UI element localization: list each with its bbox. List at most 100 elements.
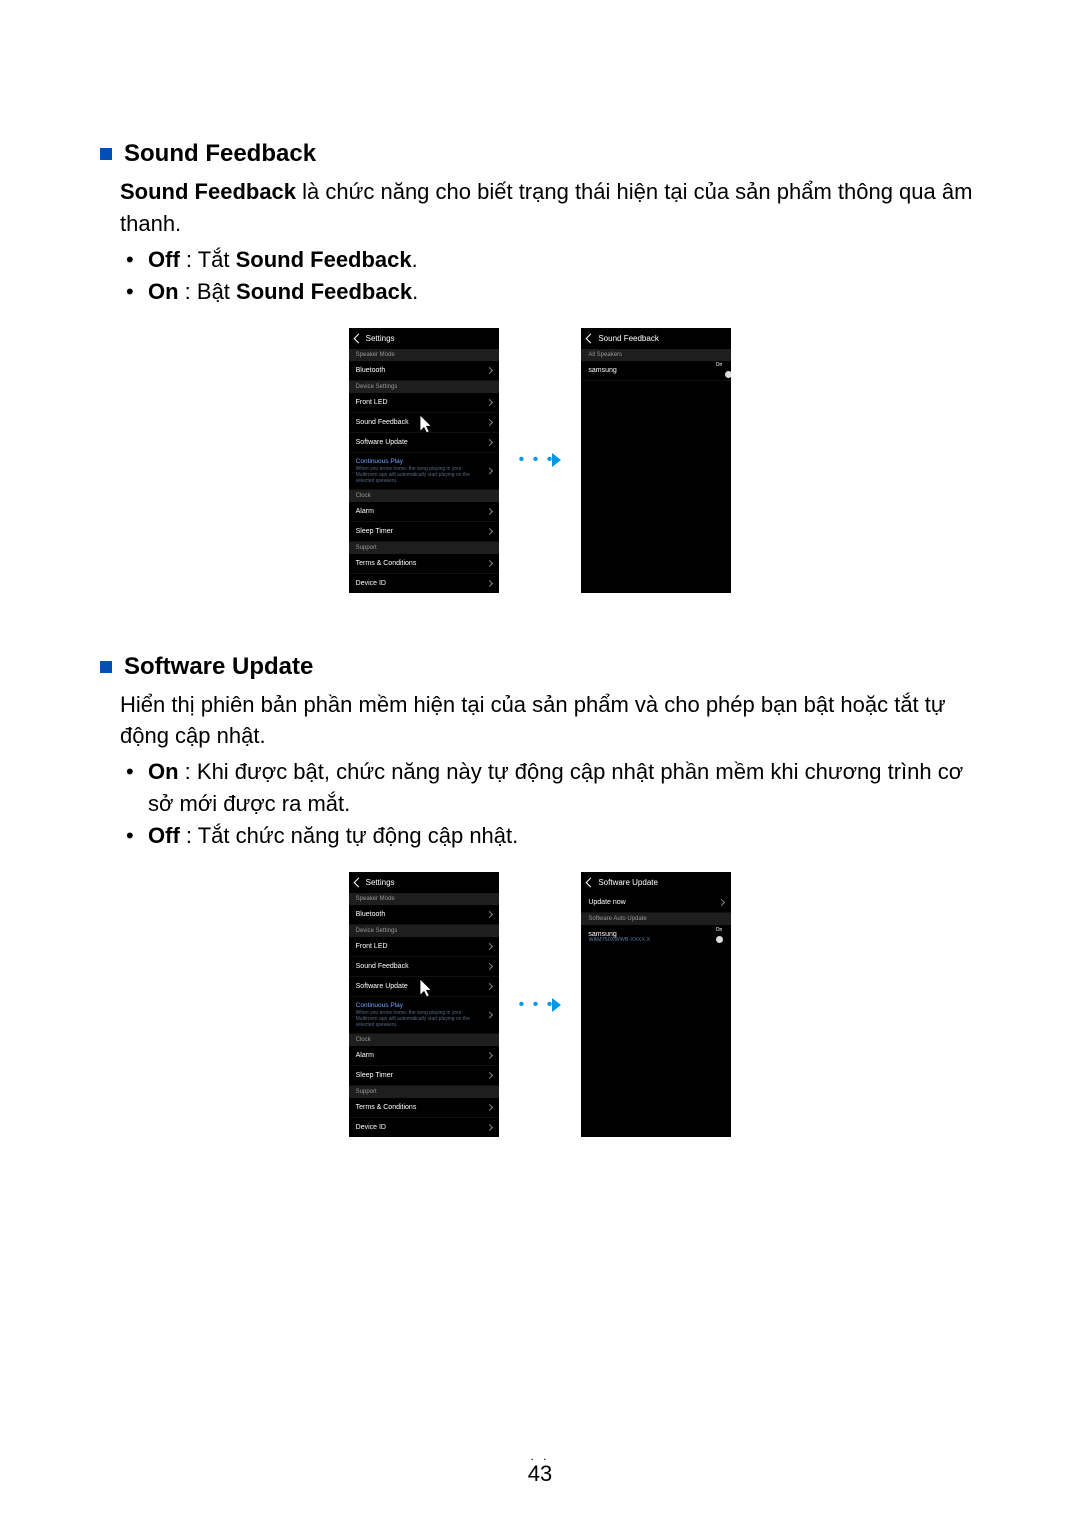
row-software-update[interactable]: Software Update: [349, 433, 499, 453]
row-front-led[interactable]: Front LED: [349, 393, 499, 413]
off-text: : Tắt: [180, 247, 236, 272]
firmware-version: WAM750XWWB-XXXX.X: [581, 937, 731, 949]
row-alarm[interactable]: Alarm: [349, 1046, 499, 1066]
back-icon[interactable]: [586, 878, 596, 888]
update-now-label: Update now: [588, 899, 625, 906]
chevron-right-icon: [486, 528, 493, 535]
settings-title: Settings: [366, 878, 395, 887]
chevron-right-icon: [486, 560, 493, 567]
sf-on-item: On : Bật Sound Feedback.: [120, 276, 985, 308]
back-icon[interactable]: [353, 878, 363, 888]
su-description: Hiển thị phiên bản phần mềm hiện tại của…: [120, 689, 985, 753]
row-sleep-timer[interactable]: Sleep Timer: [349, 522, 499, 542]
grp-auto-update: Software Auto Update: [581, 913, 731, 925]
grp-device-settings: Device Settings: [349, 925, 499, 937]
su-screen-title: Software Update: [598, 878, 658, 887]
chevron-right-icon: [486, 1011, 493, 1018]
phone-header[interactable]: Settings: [349, 328, 499, 349]
off-label: Off: [148, 823, 180, 848]
row-device-id[interactable]: Device ID: [349, 574, 499, 593]
grp-speaker-mode: Speaker Mode: [349, 893, 499, 905]
back-icon[interactable]: [586, 333, 596, 343]
row-update-now[interactable]: Update now: [581, 893, 731, 913]
speaker-name: samsung: [588, 367, 616, 374]
pointer-cursor-icon: [414, 414, 436, 436]
continuous-play-label: Continuous Play: [356, 1002, 492, 1009]
chevron-right-icon: [486, 983, 493, 990]
row-alarm[interactable]: Alarm: [349, 502, 499, 522]
row-bluetooth[interactable]: Bluetooth: [349, 905, 499, 925]
row-front-led[interactable]: Front LED: [349, 937, 499, 957]
off-bold2: Sound Feedback: [236, 247, 412, 272]
grp-device-settings: Device Settings: [349, 381, 499, 393]
row-sound-feedback[interactable]: Sound Feedback: [349, 957, 499, 977]
continuous-play-desc: When you arrive home, the song playing i…: [356, 466, 476, 484]
grp-support: Support: [349, 1086, 499, 1098]
row-device-id[interactable]: Device ID: [349, 1118, 499, 1137]
sf-screenshots: Settings Speaker Mode Bluetooth Device S…: [95, 328, 985, 593]
continuous-play-desc: When you arrive home, the song playing i…: [356, 1010, 476, 1028]
phone-header[interactable]: Software Update: [581, 872, 731, 893]
terms-label: Terms & Conditions: [356, 560, 417, 567]
grp-all-speakers: All Speakers: [581, 349, 731, 361]
chevron-right-icon: [718, 899, 725, 906]
row-continuous-play[interactable]: Continuous Play When you arrive home, th…: [349, 997, 499, 1034]
chevron-right-icon: [486, 580, 493, 587]
phone-header[interactable]: Sound Feedback: [581, 328, 731, 349]
heading-row: Sound Feedback: [100, 140, 985, 168]
su-screenshots: Settings Speaker Mode Bluetooth Device S…: [95, 872, 985, 1137]
back-icon[interactable]: [353, 333, 363, 343]
sound-feedback-label: Sound Feedback: [356, 419, 409, 426]
row-software-update[interactable]: Software Update: [349, 977, 499, 997]
sleep-timer-label: Sleep Timer: [356, 1072, 393, 1079]
page-number: . . 43: [528, 1449, 552, 1487]
settings-phone-1: Settings Speaker Mode Bluetooth Device S…: [349, 328, 499, 593]
chevron-right-icon: [486, 1104, 493, 1111]
sound-feedback-phone: Sound Feedback All Speakers samsung On: [581, 328, 731, 593]
bluetooth-label: Bluetooth: [356, 367, 386, 374]
on-label: On: [148, 279, 179, 304]
bullet-square-icon: [100, 148, 112, 160]
front-led-label: Front LED: [356, 943, 388, 950]
row-samsung-speaker[interactable]: samsung On: [581, 361, 731, 381]
page-num-value: 43: [528, 1461, 552, 1486]
alarm-label: Alarm: [356, 1052, 374, 1059]
transition-arrow-icon: • • •: [519, 996, 562, 1014]
heading-software-update: Software Update: [124, 653, 313, 681]
row-terms[interactable]: Terms & Conditions: [349, 1098, 499, 1118]
on-text: : Bật: [179, 279, 236, 304]
row-sleep-timer[interactable]: Sleep Timer: [349, 1066, 499, 1086]
settings-title: Settings: [366, 334, 395, 343]
grp-support: Support: [349, 542, 499, 554]
off-text: : Tắt chức năng tự động cập nhật.: [180, 823, 519, 848]
off-label: Off: [148, 247, 180, 272]
bluetooth-label: Bluetooth: [356, 911, 386, 918]
toggle-on-label: On: [716, 362, 723, 368]
chevron-right-icon: [486, 1072, 493, 1079]
grp-clock: Clock: [349, 490, 499, 502]
chevron-right-icon: [486, 439, 493, 446]
chevron-right-icon: [486, 911, 493, 918]
row-bluetooth[interactable]: Bluetooth: [349, 361, 499, 381]
sf-screen-title: Sound Feedback: [598, 334, 659, 343]
chevron-right-icon: [486, 943, 493, 950]
chevron-right-icon: [486, 1124, 493, 1131]
on-bold2: Sound Feedback: [236, 279, 412, 304]
alarm-label: Alarm: [356, 508, 374, 515]
off-tail: .: [412, 247, 418, 272]
row-terms[interactable]: Terms & Conditions: [349, 554, 499, 574]
row-continuous-play[interactable]: Continuous Play When you arrive home, th…: [349, 453, 499, 490]
section-software-update: Software Update Hiển thị phiên bản phần …: [95, 653, 985, 1137]
software-update-label: Software Update: [356, 983, 408, 990]
row-sound-feedback[interactable]: Sound Feedback: [349, 413, 499, 433]
grp-clock: Clock: [349, 1034, 499, 1046]
sf-off-item: Off : Tắt Sound Feedback.: [120, 244, 985, 276]
software-update-label: Software Update: [356, 439, 408, 446]
chevron-right-icon: [486, 419, 493, 426]
phone-header[interactable]: Settings: [349, 872, 499, 893]
on-text: : Khi được bật, chức năng này tự động cậ…: [148, 759, 963, 816]
chevron-right-icon: [486, 1052, 493, 1059]
sleep-timer-label: Sleep Timer: [356, 528, 393, 535]
heading-sound-feedback: Sound Feedback: [124, 140, 316, 168]
sound-feedback-label: Sound Feedback: [356, 963, 409, 970]
